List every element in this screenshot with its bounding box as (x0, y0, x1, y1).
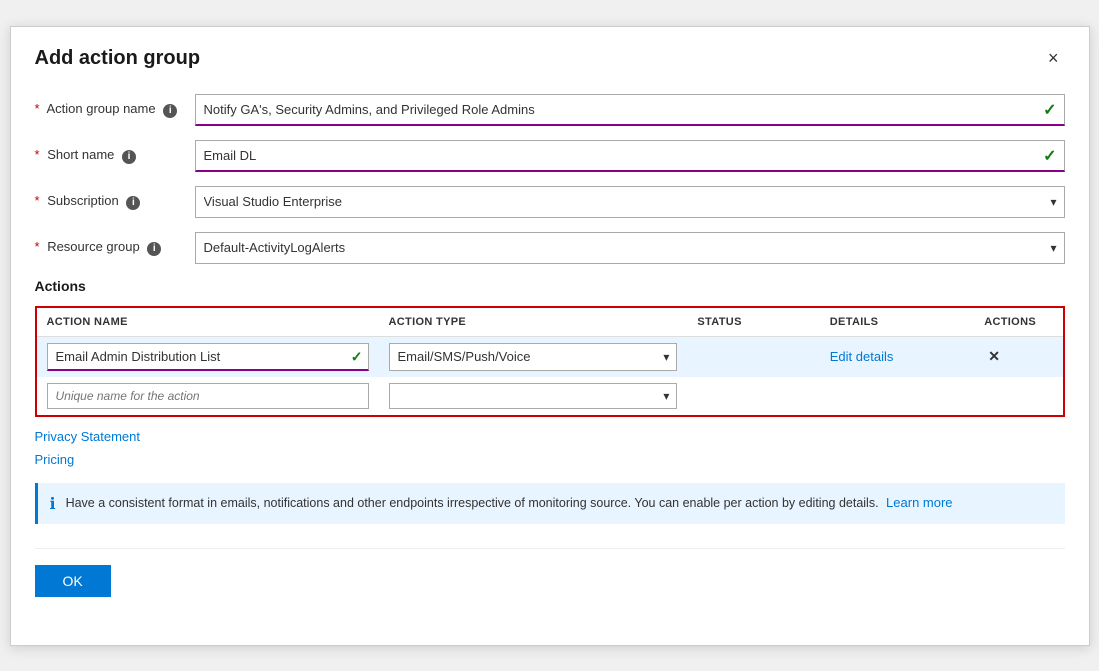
privacy-statement-row: Privacy Statement (35, 429, 1065, 444)
action-name-cell: ✓ (37, 336, 379, 377)
action-group-name-row: * Action group name i ✓ (35, 94, 1065, 126)
empty-actions-cell (974, 377, 1062, 415)
resource-group-label: * Resource group i (35, 239, 195, 256)
empty-action-type-cell: Email/SMS/Push/Voice Automation Runbook … (379, 377, 688, 415)
empty-status-cell (687, 377, 819, 415)
short-name-row: * Short name i ✓ (35, 140, 1065, 172)
subscription-label: * Subscription i (35, 193, 195, 210)
pricing-link[interactable]: Pricing (35, 452, 75, 467)
actions-table-wrapper: ACTION NAME ACTION TYPE STATUS DETAILS A… (35, 306, 1065, 417)
ok-button[interactable]: OK (35, 565, 111, 597)
required-star-3: * (35, 193, 40, 208)
short-name-check-icon: ✓ (1043, 146, 1056, 166)
details-cell: Edit details (820, 336, 974, 377)
short-name-input-wrapper: ✓ (195, 140, 1065, 172)
resource-group-select[interactable]: Default-ActivityLogAlerts (195, 232, 1065, 264)
col-actions: ACTIONS (974, 308, 1062, 337)
action-type-select-wrapper: Email/SMS/Push/Voice Automation Runbook … (389, 343, 678, 371)
required-star-4: * (35, 239, 40, 254)
subscription-info-icon: i (126, 196, 140, 210)
short-name-input[interactable] (195, 140, 1065, 172)
add-action-group-dialog: Add action group × * Action group name i… (10, 26, 1090, 646)
dialog-header: Add action group × (35, 47, 1065, 70)
resource-group-select-wrapper: Default-ActivityLogAlerts ▾ (195, 232, 1065, 264)
learn-more-link[interactable]: Learn more (886, 495, 952, 510)
action-name-input-wrapper: ✓ (47, 343, 369, 371)
col-action-name: ACTION NAME (37, 308, 379, 337)
action-type-select[interactable]: Email/SMS/Push/Voice Automation Runbook … (389, 343, 678, 371)
status-cell (687, 336, 819, 377)
actions-cell: ✕ (974, 336, 1062, 377)
empty-action-type-select[interactable]: Email/SMS/Push/Voice Automation Runbook … (389, 383, 678, 409)
empty-action-type-wrapper: Email/SMS/Push/Voice Automation Runbook … (389, 383, 678, 409)
short-name-info-icon: i (122, 150, 136, 164)
actions-table-header-row: ACTION NAME ACTION TYPE STATUS DETAILS A… (37, 308, 1063, 337)
subscription-select[interactable]: Visual Studio Enterprise (195, 186, 1065, 218)
action-name-field[interactable] (47, 343, 369, 371)
delete-action-button[interactable]: ✕ (984, 346, 1004, 367)
empty-details-cell (820, 377, 974, 415)
footer: OK (35, 548, 1065, 597)
resource-group-info-icon: i (147, 242, 161, 256)
action-name-check-icon: ✓ (351, 348, 363, 365)
table-row: ✓ Email/SMS/Push/Voice Automation Runboo… (37, 336, 1063, 377)
close-button[interactable]: × (1042, 47, 1065, 69)
info-bar-icon: ℹ (50, 494, 56, 514)
action-group-name-input-wrapper: ✓ (195, 94, 1065, 126)
empty-action-name-cell (37, 377, 379, 415)
required-star-2: * (35, 147, 40, 162)
col-details: DETAILS (820, 308, 974, 337)
edit-details-link[interactable]: Edit details (830, 349, 894, 364)
empty-action-row: Email/SMS/Push/Voice Automation Runbook … (37, 377, 1063, 415)
subscription-select-wrapper: Visual Studio Enterprise ▾ (195, 186, 1065, 218)
privacy-statement-link[interactable]: Privacy Statement (35, 429, 141, 444)
action-group-name-input[interactable] (195, 94, 1065, 126)
info-bar: ℹ Have a consistent format in emails, no… (35, 483, 1065, 524)
empty-action-name-input[interactable] (47, 383, 369, 409)
action-type-cell: Email/SMS/Push/Voice Automation Runbook … (379, 336, 688, 377)
action-group-name-label: * Action group name i (35, 101, 195, 118)
info-bar-text: Have a consistent format in emails, noti… (66, 493, 1053, 513)
action-group-name-check-icon: ✓ (1043, 100, 1056, 120)
action-group-name-info-icon: i (163, 104, 177, 118)
dialog-title: Add action group (35, 47, 201, 70)
short-name-label: * Short name i (35, 147, 195, 164)
resource-group-row: * Resource group i Default-ActivityLogAl… (35, 232, 1065, 264)
col-action-type: ACTION TYPE (379, 308, 688, 337)
subscription-row: * Subscription i Visual Studio Enterpris… (35, 186, 1065, 218)
required-star: * (35, 101, 40, 116)
actions-section-title: Actions (35, 278, 1065, 294)
actions-table: ACTION NAME ACTION TYPE STATUS DETAILS A… (37, 308, 1063, 415)
col-status: STATUS (687, 308, 819, 337)
pricing-row: Pricing (35, 452, 1065, 467)
